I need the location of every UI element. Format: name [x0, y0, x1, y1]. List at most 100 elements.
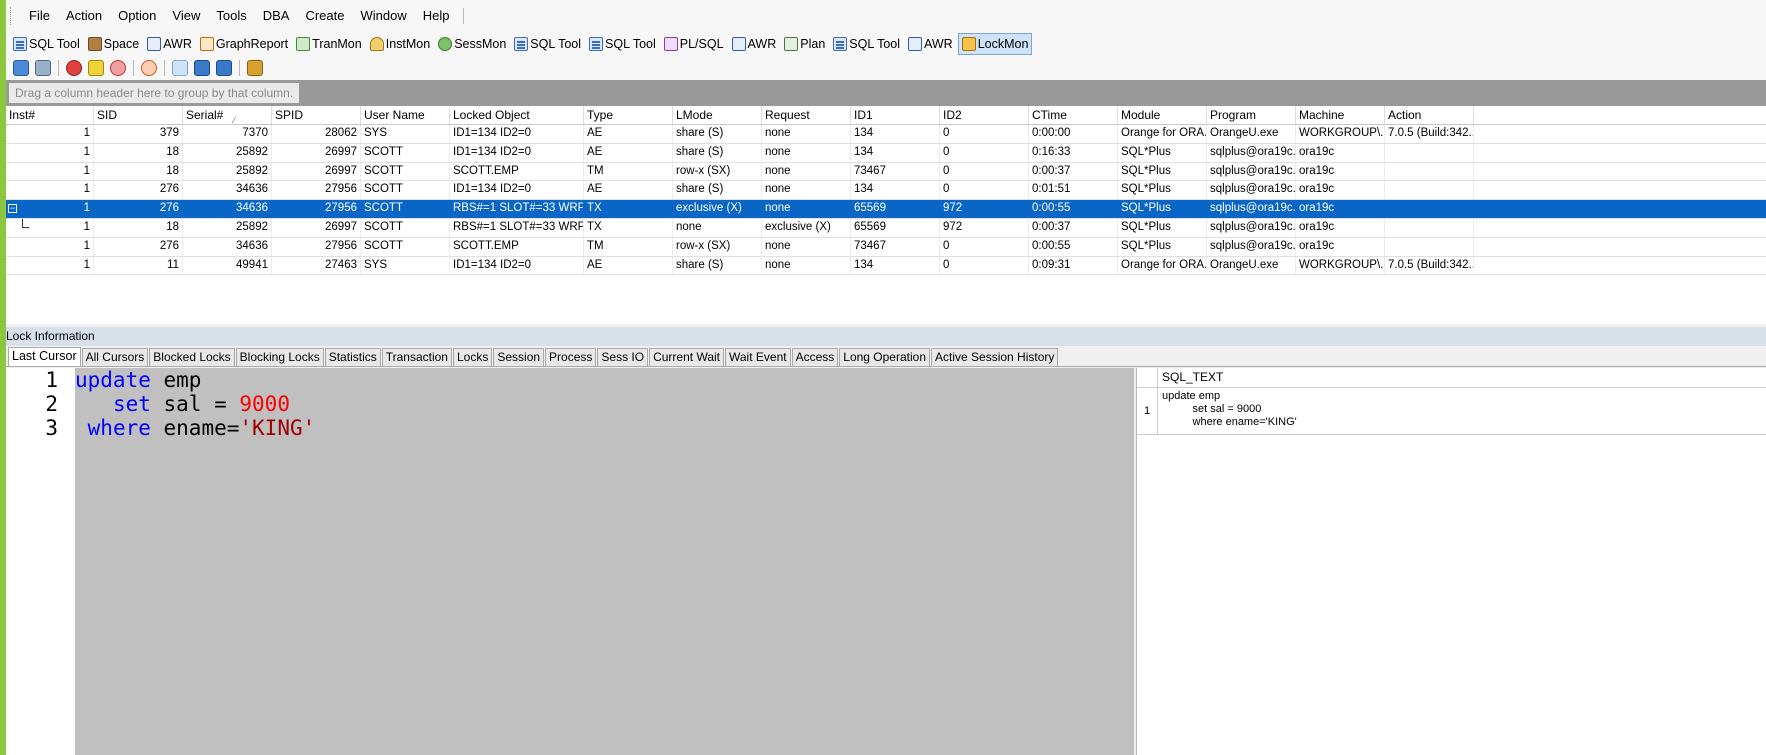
cell-id1[interactable]: 134: [851, 181, 940, 200]
cell-program[interactable]: OrangeU.exe: [1207, 256, 1296, 275]
cell-module[interactable]: SQL*Plus: [1118, 218, 1207, 237]
tab-blocked-locks[interactable]: Blocked Locks: [149, 348, 235, 366]
sessmon-button[interactable]: SessMon: [435, 34, 509, 54]
table-row[interactable]: 1 276 34636 27956 SCOTT ID1=134 ID2=0 AE share …: [6, 181, 1766, 201]
cell-id1[interactable]: 73467: [851, 237, 940, 256]
cell-serial[interactable]: 25892: [183, 162, 272, 181]
cell-request[interactable]: none: [762, 256, 851, 275]
collapse-icon[interactable]: −: [8, 204, 17, 214]
column-header-request[interactable]: Request: [762, 106, 851, 124]
cell-user-name[interactable]: SYS: [361, 256, 450, 275]
cell-request[interactable]: none: [762, 237, 851, 256]
cell-type[interactable]: TM: [584, 162, 673, 181]
cell-inst[interactable]: 1: [6, 125, 94, 143]
cell-lmode[interactable]: row-x (SX): [673, 162, 762, 181]
cell-program[interactable]: sqlplus@ora19c...: [1207, 237, 1296, 256]
cell-module[interactable]: SQL*Plus: [1118, 200, 1207, 218]
cell-inst[interactable]: 1: [6, 237, 94, 256]
plsql-button[interactable]: PL/SQL: [661, 34, 727, 54]
cell-user-name[interactable]: SCOTT: [361, 143, 450, 162]
cell-ctime[interactable]: 0:09:31: [1029, 256, 1118, 275]
options-icon[interactable]: [247, 60, 263, 76]
cell-type[interactable]: AE: [584, 125, 673, 143]
cell-ctime[interactable]: 0:00:55: [1029, 237, 1118, 256]
cell-ctime[interactable]: 0:00:37: [1029, 218, 1118, 237]
tab-transaction[interactable]: Transaction: [381, 348, 452, 366]
cell-type[interactable]: AE: [584, 181, 673, 200]
cell-user-name[interactable]: SCOTT: [361, 162, 450, 181]
tab-locks[interactable]: Locks: [452, 348, 493, 366]
code-area[interactable]: update emp set sal = 9000 where ename='K…: [75, 368, 1134, 755]
cell-spid[interactable]: 26997: [272, 143, 361, 162]
cell-request[interactable]: none: [762, 200, 851, 218]
cell-machine[interactable]: ora19c: [1296, 181, 1385, 200]
table-row[interactable]: 1 18 25892 26997 SCOTT RBS#=1 SLOT#=33 WRP...…: [6, 218, 1766, 238]
tab-process[interactable]: Process: [545, 348, 597, 366]
cell-inst[interactable]: 1: [6, 218, 94, 237]
cell-action[interactable]: [1385, 237, 1474, 256]
cell-user-name[interactable]: SYS: [361, 125, 450, 143]
tab-access[interactable]: Access: [791, 348, 839, 366]
tab-active-session-history[interactable]: Active Session History: [931, 348, 1059, 366]
table-row[interactable]: 1 18 25892 26997 SCOTT ID1=134 ID2=0 AE share (…: [6, 143, 1766, 163]
cell-serial[interactable]: 34636: [183, 181, 272, 200]
stop-icon[interactable]: [110, 60, 126, 76]
cell-lmode[interactable]: none: [673, 218, 762, 237]
cell-spid[interactable]: 27956: [272, 200, 361, 218]
column-header-locked-object[interactable]: Locked Object: [450, 106, 584, 124]
column-header-sql-text[interactable]: SQL_TEXT: [1158, 368, 1223, 387]
cell-lmode[interactable]: share (S): [673, 181, 762, 200]
table-row[interactable]: 1 18 25892 26997 SCOTT SCOTT.EMP TM row-x (SX) n…: [6, 162, 1766, 182]
cell-locked-object[interactable]: RBS#=1 SLOT#=33 WRP...: [450, 218, 584, 237]
cell-module[interactable]: SQL*Plus: [1118, 237, 1207, 256]
sql-tool-button[interactable]: SQL Tool: [10, 34, 83, 54]
cell-program[interactable]: sqlplus@ora19c...: [1207, 143, 1296, 162]
column-header-id2[interactable]: ID2: [940, 106, 1029, 124]
pencil-icon[interactable]: [88, 60, 104, 76]
cell-locked-object[interactable]: SCOTT.EMP: [450, 162, 584, 181]
cell-user-name[interactable]: SCOTT: [361, 200, 450, 218]
sql-text-cell[interactable]: update emp set sal = 9000 where ename='K…: [1158, 388, 1301, 434]
cell-lmode[interactable]: row-x (SX): [673, 237, 762, 256]
cell-id1[interactable]: 134: [851, 143, 940, 162]
tab-current-wait[interactable]: Current Wait: [649, 348, 724, 366]
cell-id2[interactable]: 0: [940, 237, 1029, 256]
cell-id1[interactable]: 134: [851, 256, 940, 275]
cell-module[interactable]: SQL*Plus: [1118, 181, 1207, 200]
cell-serial[interactable]: 34636: [183, 200, 272, 218]
column-header-id1[interactable]: ID1: [851, 106, 940, 124]
cell-inst[interactable]: 1: [6, 143, 94, 162]
cell-type[interactable]: TX: [584, 218, 673, 237]
tab-statistics[interactable]: Statistics: [324, 348, 381, 366]
column-header-machine[interactable]: Machine: [1296, 106, 1385, 124]
cell-id1[interactable]: 65569: [851, 200, 940, 218]
column-header-program[interactable]: Program: [1207, 106, 1296, 124]
menu-option[interactable]: Option: [110, 0, 164, 32]
cell-id1[interactable]: 73467: [851, 162, 940, 181]
cell-spid[interactable]: 26997: [272, 218, 361, 237]
cell-machine[interactable]: ora19c: [1296, 200, 1385, 218]
sql-editor[interactable]: 1 2 3 update emp set sal = 9000 where en…: [6, 368, 1134, 755]
tab-session[interactable]: Session: [493, 348, 545, 366]
menu-help[interactable]: Help: [415, 0, 458, 32]
database-icon[interactable]: [35, 60, 51, 76]
group-by-hint[interactable]: Drag a column header here to group by th…: [9, 83, 300, 103]
column-header-sid[interactable]: SID: [94, 106, 183, 124]
cell-module[interactable]: Orange for ORA...: [1118, 125, 1207, 143]
sql-text-row[interactable]: 1 update emp set sal = 9000 where ename=…: [1137, 388, 1766, 435]
column-header-serial[interactable]: Serial# ∕: [183, 106, 272, 124]
cell-module[interactable]: SQL*Plus: [1118, 162, 1207, 181]
cell-machine[interactable]: WORKGROUP\...: [1296, 256, 1385, 275]
instmon-button[interactable]: InstMon: [367, 34, 433, 54]
cell-sid[interactable]: 11: [94, 256, 183, 275]
cell-user-name[interactable]: SCOTT: [361, 237, 450, 256]
cell-request[interactable]: none: [762, 125, 851, 143]
cell-user-name[interactable]: SCOTT: [361, 218, 450, 237]
cell-type[interactable]: AE: [584, 143, 673, 162]
cell-program[interactable]: sqlplus@ora19c...: [1207, 181, 1296, 200]
cell-id2[interactable]: 0: [940, 256, 1029, 275]
cell-locked-object[interactable]: SCOTT.EMP: [450, 237, 584, 256]
cell-id1[interactable]: 65569: [851, 218, 940, 237]
lock-tree-icon[interactable]: [172, 60, 188, 76]
cell-lmode[interactable]: share (S): [673, 256, 762, 275]
